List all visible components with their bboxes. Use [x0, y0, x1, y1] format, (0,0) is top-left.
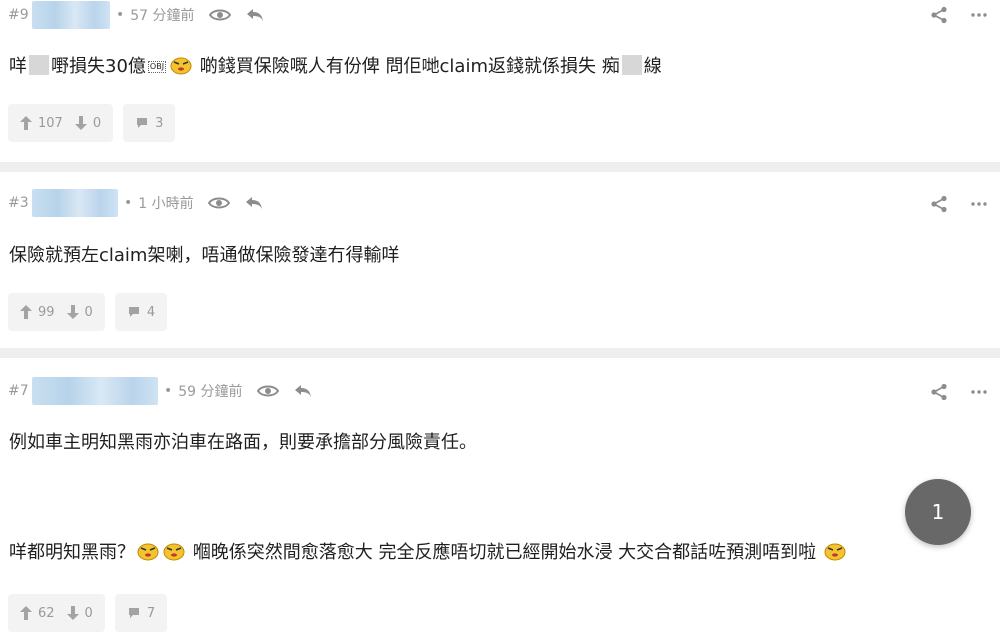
post-divider	[0, 162, 1000, 172]
thumb-up-arrow-icon	[20, 606, 32, 620]
post-meta: #9 • 57 分鐘前	[8, 1, 279, 29]
upvote-button[interactable]: 99	[20, 305, 55, 320]
thumb-down-arrow-icon	[74, 116, 87, 130]
floor-number: #3	[8, 195, 29, 211]
post-7: #7 • 59 分鐘前 例如車主明知黑雨亦泊車在路面，則要承擔部分風險責任。 咩…	[0, 358, 1000, 640]
downvote-button[interactable]: 0	[74, 115, 102, 131]
username-blurred[interactable]	[32, 1, 110, 29]
downvote-button[interactable]: 0	[66, 605, 93, 621]
post-time: 59 分鐘前	[178, 384, 243, 400]
downvote-count: 0	[84, 304, 93, 320]
upvote-count: 62	[38, 605, 55, 621]
post-content-line1: 例如車主明知黑雨亦泊車在路面，則要承擔部分風險責任。	[9, 432, 477, 453]
more-icon[interactable]	[970, 12, 988, 18]
post-3: #3 • 1 小時前 保險就預左claim架喇，唔通做保險發達冇得輸咩 99 0	[0, 172, 1000, 348]
reply-count-button[interactable]: 4	[114, 293, 168, 331]
object-placeholder: OBJ	[147, 61, 167, 73]
reply-count: 7	[146, 605, 156, 621]
vote-bar: 107 0 3	[8, 104, 185, 142]
downvote-count: 0	[84, 605, 93, 621]
content-text: 嗰晚係突然間愈落愈大 完全反應唔切就已經開始水浸 大交合都話咗預測唔到啦	[192, 542, 817, 563]
redacted-block	[29, 55, 49, 75]
post-actions-right	[908, 195, 988, 213]
content-text: 啲錢買保險嘅人有份俾 問佢哋claim返錢就係損失 痴	[199, 56, 620, 77]
post-content: 咩 嘢損失30億 OBJ 啲錢買保險嘅人有份俾 問佢哋claim返錢就係損失 痴 線	[9, 54, 980, 84]
separator-dot: •	[124, 195, 133, 211]
downvote-button[interactable]: 0	[66, 304, 93, 320]
vote-box: 99 0	[8, 293, 105, 331]
comment-icon	[128, 307, 139, 317]
content-text: 嘢損失30億	[51, 56, 146, 77]
post-meta: #7 • 59 分鐘前	[8, 377, 327, 405]
reply-count-button[interactable]: 7	[114, 594, 168, 632]
content-text: 咩	[9, 56, 27, 77]
reply-icon[interactable]	[245, 7, 265, 23]
share-icon[interactable]	[930, 6, 948, 24]
eye-icon[interactable]	[208, 8, 231, 22]
vote-bar: 99 0 4	[8, 293, 177, 331]
eye-icon[interactable]	[207, 196, 230, 210]
post-time: 1 小時前	[138, 196, 194, 212]
post-9: #9 • 57 分鐘前 咩 嘢損失30億 OBJ 啲錢買保險嘅人有份俾 問佢哋cla…	[0, 0, 1000, 162]
post-actions-right	[908, 6, 988, 24]
angry-face-emoji-icon	[162, 540, 186, 570]
share-icon[interactable]	[930, 195, 948, 213]
angry-face-emoji-icon	[823, 540, 847, 570]
downvote-count: 0	[92, 115, 102, 131]
post-actions-right	[908, 383, 988, 401]
share-icon[interactable]	[930, 383, 948, 401]
floating-page-button[interactable]: 1	[905, 479, 971, 545]
thumb-up-arrow-icon	[20, 116, 32, 130]
more-icon[interactable]	[970, 389, 988, 395]
separator-dot: •	[116, 7, 125, 23]
comment-icon	[137, 118, 148, 128]
thumb-down-arrow-icon	[66, 305, 79, 319]
post-divider	[0, 348, 1000, 358]
reply-count: 4	[146, 304, 156, 320]
upvote-button[interactable]: 107	[20, 116, 63, 131]
angry-face-emoji-icon	[169, 54, 193, 84]
username-blurred[interactable]	[32, 189, 118, 217]
content-text: 咩都明知黑雨？	[9, 542, 135, 563]
upvote-button[interactable]: 62	[20, 606, 55, 621]
reply-icon[interactable]	[293, 383, 313, 399]
upvote-count: 107	[38, 115, 63, 131]
username-blurred[interactable]	[32, 377, 158, 405]
floor-number: #9	[8, 7, 29, 23]
redacted-block	[621, 55, 642, 75]
post-content-line2: 咩都明知黑雨？ 嗰晚係突然間愈落愈大 完全反應唔切就已經開始水浸 大交合都話咗預…	[9, 540, 980, 570]
more-icon[interactable]	[970, 201, 988, 207]
thumb-down-arrow-icon	[66, 606, 79, 620]
reply-count: 3	[155, 115, 164, 131]
content-text: 線	[643, 56, 662, 77]
post-meta: #3 • 1 小時前	[8, 189, 278, 217]
angry-face-emoji-icon	[136, 540, 160, 570]
eye-icon[interactable]	[256, 384, 279, 398]
vote-box: 107 0	[8, 104, 114, 142]
post-content: 保險就預左claim架喇，唔通做保險發達冇得輸咩	[9, 245, 400, 266]
reply-icon[interactable]	[244, 195, 264, 211]
post-time: 57 分鐘前	[130, 8, 195, 24]
vote-box: 62 0	[8, 594, 105, 632]
comment-icon	[128, 608, 139, 618]
reply-count-button[interactable]: 3	[123, 104, 176, 142]
separator-dot: •	[164, 383, 173, 399]
thumb-up-arrow-icon	[20, 305, 32, 319]
floor-number: #7	[8, 383, 29, 399]
vote-bar: 62 0 7	[8, 594, 177, 632]
upvote-count: 99	[38, 304, 55, 320]
